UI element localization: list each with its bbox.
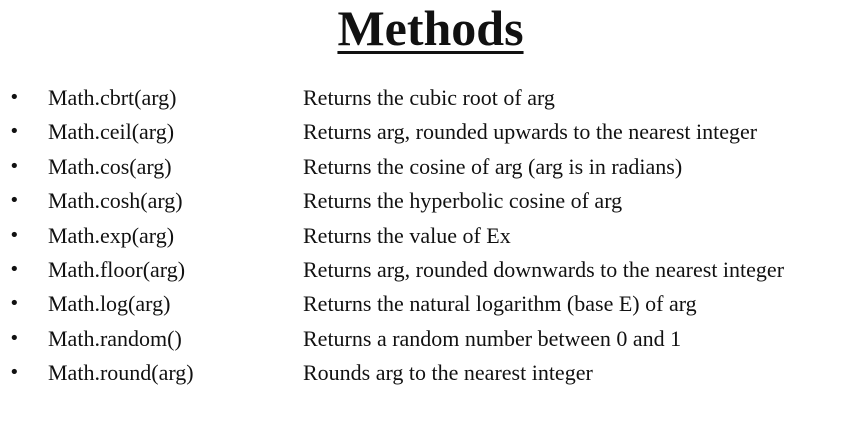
method-description: Returns the value of Ex	[303, 222, 511, 248]
page-title-text: Methods	[337, 0, 524, 56]
method-description: Returns arg, rounded upwards to the near…	[303, 119, 758, 145]
list-item: • Math.ceil(arg) Returns arg, rounded up…	[0, 115, 861, 149]
method-name: Math.random()	[48, 325, 182, 351]
method-description: Returns the hyperbolic cosine of arg	[303, 188, 623, 214]
bullet-icon: •	[9, 121, 20, 143]
method-name: Math.cbrt(arg)	[48, 85, 177, 110]
list-item: • Math.cbrt(arg) Returns the cubic root …	[0, 81, 861, 115]
method-description: Rounds arg to the nearest integer	[303, 360, 593, 386]
bullet-icon: •	[9, 155, 20, 177]
list-item: • Math.random() Returns a random number …	[0, 322, 861, 356]
list-item: • Math.exp(arg) Returns the value of Ex	[0, 219, 861, 253]
method-name: Math.floor(arg)	[48, 256, 186, 282]
bullet-icon: •	[9, 293, 20, 315]
list-item: • Math.cos(arg) Returns the cosine of ar…	[0, 150, 861, 184]
method-name: Math.ceil(arg)	[48, 119, 175, 145]
method-name: Math.round(arg)	[48, 360, 194, 386]
bullet-icon: •	[9, 327, 20, 349]
method-description: Returns the cosine of arg (arg is in rad…	[303, 153, 683, 179]
method-name: Math.log(arg)	[48, 291, 171, 317]
list-item: • Math.cosh(arg) Returns the hyperbolic …	[0, 184, 861, 218]
method-description: Returns the cubic root of arg	[303, 85, 555, 110]
list-item: • Math.floor(arg) Returns arg, rounded d…	[0, 253, 861, 287]
bullet-icon: •	[9, 224, 20, 246]
method-name: Math.cos(arg)	[48, 153, 172, 179]
method-name: Math.cosh(arg)	[48, 188, 183, 214]
method-description: Returns the natural logarithm (base E) o…	[303, 291, 697, 317]
page-title: Methods	[0, 0, 861, 58]
bullet-icon: •	[9, 258, 20, 280]
methods-list: • Math.cbrt(arg) Returns the cubic root …	[0, 81, 861, 391]
bullet-icon: •	[9, 87, 20, 108]
method-description: Returns a random number between 0 and 1	[303, 325, 682, 351]
method-description: Returns arg, rounded downwards to the ne…	[303, 256, 785, 282]
bullet-icon: •	[9, 190, 20, 212]
method-name: Math.exp(arg)	[48, 222, 175, 248]
list-item: • Math.round(arg) Rounds arg to the near…	[0, 356, 861, 390]
slide: Methods • Math.cbrt(arg) Returns the cub…	[0, 0, 861, 422]
list-item: • Math.log(arg) Returns the natural loga…	[0, 287, 861, 321]
bullet-icon: •	[9, 362, 20, 384]
